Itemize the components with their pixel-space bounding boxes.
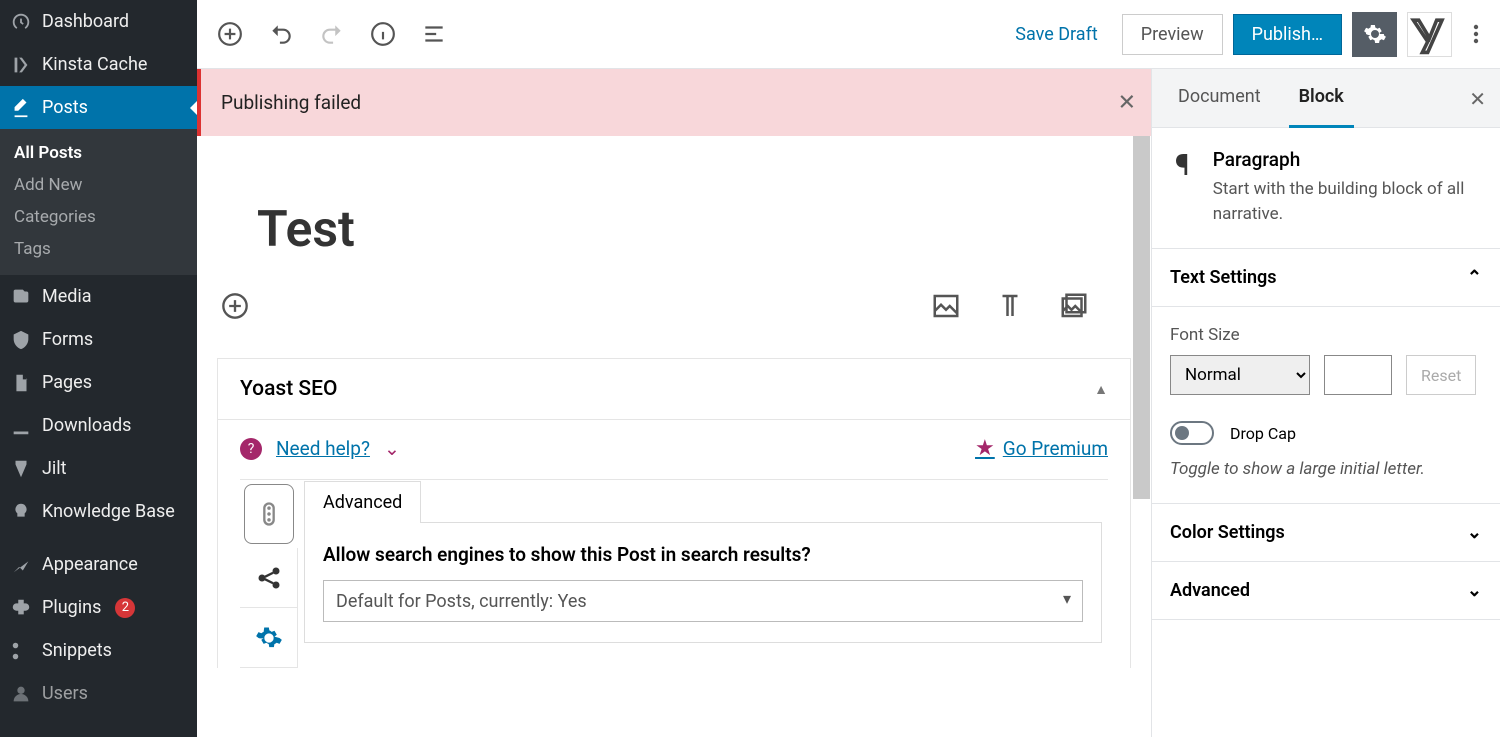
yoast-tab-advanced[interactable] — [240, 608, 298, 668]
sidebar-label: Dashboard — [42, 11, 129, 32]
yoast-panel-title: Yoast SEO — [240, 377, 337, 401]
sidebar-item-dashboard[interactable]: Dashboard — [0, 0, 197, 43]
sidebar-label: Kinsta Cache — [42, 54, 147, 75]
chevron-down-icon: ⌄ — [1467, 522, 1482, 543]
yoast-toolbar-button[interactable] — [1407, 12, 1452, 57]
inline-add-block-button[interactable] — [218, 289, 252, 323]
save-draft-button[interactable]: Save Draft — [1001, 16, 1111, 53]
sidebar-label: Media — [42, 286, 92, 307]
drop-cap-label: Drop Cap — [1230, 424, 1296, 443]
submenu-add-new[interactable]: Add New — [0, 169, 197, 201]
sidebar-item-users[interactable]: Users — [0, 672, 197, 715]
update-badge: 2 — [115, 598, 135, 618]
drop-cap-toggle[interactable] — [1170, 421, 1214, 445]
editor-main: Publishing failed ✕ Test Yoast SEO ▲ ? N… — [197, 69, 1151, 737]
sidebar-label: Appearance — [42, 554, 138, 575]
sidebar-item-kb[interactable]: Knowledge Base — [0, 490, 197, 533]
sidebar-label: Jilt — [42, 458, 67, 479]
sidebar-item-posts[interactable]: Posts — [0, 86, 197, 129]
text-settings-label: Text Settings — [1170, 267, 1277, 288]
submenu-tags[interactable]: Tags — [0, 233, 197, 265]
preview-button[interactable]: Preview — [1122, 14, 1223, 55]
heading-block-icon[interactable] — [993, 289, 1027, 323]
editor-toolbar: Save Draft Preview Publish… — [197, 0, 1500, 69]
settings-tabs: Document Block ✕ — [1152, 69, 1500, 128]
block-inserter-row — [197, 289, 1151, 358]
star-icon: ★ — [975, 436, 995, 461]
outline-button[interactable] — [411, 12, 456, 57]
close-settings-button[interactable]: ✕ — [1469, 87, 1486, 111]
block-title: Paragraph — [1213, 148, 1482, 171]
chevron-up-icon: ⌃ — [1467, 267, 1482, 288]
tab-document[interactable]: Document — [1168, 69, 1271, 128]
yoast-panel: Yoast SEO ▲ ? Need help? ⌄ ★ Go Premium — [217, 358, 1131, 668]
sidebar-item-kinsta[interactable]: Kinsta Cache — [0, 43, 197, 86]
sidebar-label: Snippets — [42, 640, 112, 661]
yoast-panel-toggle[interactable]: Yoast SEO ▲ — [218, 359, 1130, 420]
sidebar-label: Users — [42, 683, 88, 704]
yoast-vertical-tabs — [240, 480, 298, 668]
redo-button[interactable] — [309, 12, 354, 57]
sidebar-label: Forms — [42, 329, 93, 350]
go-premium-label: Go Premium — [1003, 437, 1108, 460]
advanced-settings-label: Advanced — [1170, 580, 1250, 601]
sidebar-item-media[interactable]: Media — [0, 275, 197, 318]
paragraph-icon: ¶ — [1170, 148, 1195, 226]
font-size-number-input[interactable] — [1324, 355, 1392, 395]
sidebar-item-downloads[interactable]: Downloads — [0, 404, 197, 447]
block-desc-text: Start with the building block of all nar… — [1213, 177, 1482, 226]
error-text: Publishing failed — [221, 91, 361, 114]
sidebar-item-forms[interactable]: Forms — [0, 318, 197, 361]
chevron-down-icon: ⌄ — [1467, 580, 1482, 601]
tab-block[interactable]: Block — [1289, 69, 1354, 128]
submenu-all-posts[interactable]: All Posts — [0, 137, 197, 169]
sidebar-label: Posts — [42, 97, 88, 118]
posts-submenu: All Posts Add New Categories Tags — [0, 129, 197, 275]
font-size-reset-button[interactable]: Reset — [1406, 355, 1476, 395]
yoast-tab-readability[interactable] — [244, 484, 294, 544]
chevron-down-icon: ⌄ — [384, 437, 400, 460]
yoast-advanced-tab[interactable]: Advanced — [304, 481, 421, 523]
info-button[interactable] — [360, 12, 405, 57]
advanced-settings-toggle[interactable]: Advanced ⌄ — [1152, 562, 1500, 620]
font-size-label: Font Size — [1170, 325, 1482, 345]
go-premium-link[interactable]: ★ Go Premium — [975, 436, 1108, 461]
sidebar-label: Pages — [42, 372, 92, 393]
font-size-select[interactable]: Normal — [1170, 355, 1310, 395]
more-menu-button[interactable] — [1462, 12, 1490, 57]
settings-gear-button[interactable] — [1352, 12, 1397, 57]
block-description: ¶ Paragraph Start with the building bloc… — [1152, 128, 1500, 249]
dismiss-notice-button[interactable]: ✕ — [1118, 90, 1136, 115]
wp-admin-sidebar: Dashboard Kinsta Cache Posts All Posts A… — [0, 0, 197, 737]
sidebar-item-jilt[interactable]: Jilt — [0, 447, 197, 490]
sidebar-label: Plugins — [42, 597, 101, 618]
color-settings-label: Color Settings — [1170, 522, 1285, 543]
image-block-icon[interactable] — [929, 289, 963, 323]
yoast-question-label: Allow search engines to show this Post i… — [323, 543, 1083, 566]
add-block-button[interactable] — [207, 12, 252, 57]
sidebar-label: Downloads — [42, 415, 131, 436]
sidebar-label: Knowledge Base — [42, 501, 175, 522]
need-help-link[interactable]: Need help? — [276, 437, 370, 460]
help-icon: ? — [240, 438, 262, 460]
text-settings-toggle[interactable]: Text Settings ⌃ — [1152, 249, 1500, 307]
gallery-block-icon[interactable] — [1057, 289, 1091, 323]
collapse-icon: ▲ — [1094, 381, 1108, 398]
publish-button[interactable]: Publish… — [1233, 14, 1342, 55]
submenu-categories[interactable]: Categories — [0, 201, 197, 233]
error-notice: Publishing failed ✕ — [197, 69, 1151, 136]
drop-cap-hint: Toggle to show a large initial letter. — [1170, 459, 1482, 479]
sidebar-item-snippets[interactable]: Snippets — [0, 629, 197, 672]
text-settings-panel: Font Size Normal Reset Drop Cap Toggle t… — [1152, 307, 1500, 504]
settings-sidebar: Document Block ✕ ¶ Paragraph Start with … — [1151, 69, 1500, 737]
yoast-tab-social[interactable] — [240, 548, 298, 608]
color-settings-toggle[interactable]: Color Settings ⌄ — [1152, 504, 1500, 562]
undo-button[interactable] — [258, 12, 303, 57]
sidebar-item-plugins[interactable]: Plugins 2 — [0, 586, 197, 629]
sidebar-item-appearance[interactable]: Appearance — [0, 543, 197, 586]
yoast-robots-select[interactable]: Default for Posts, currently: Yes — [323, 580, 1083, 622]
post-title-input[interactable]: Test — [197, 136, 1151, 289]
sidebar-item-pages[interactable]: Pages — [0, 361, 197, 404]
